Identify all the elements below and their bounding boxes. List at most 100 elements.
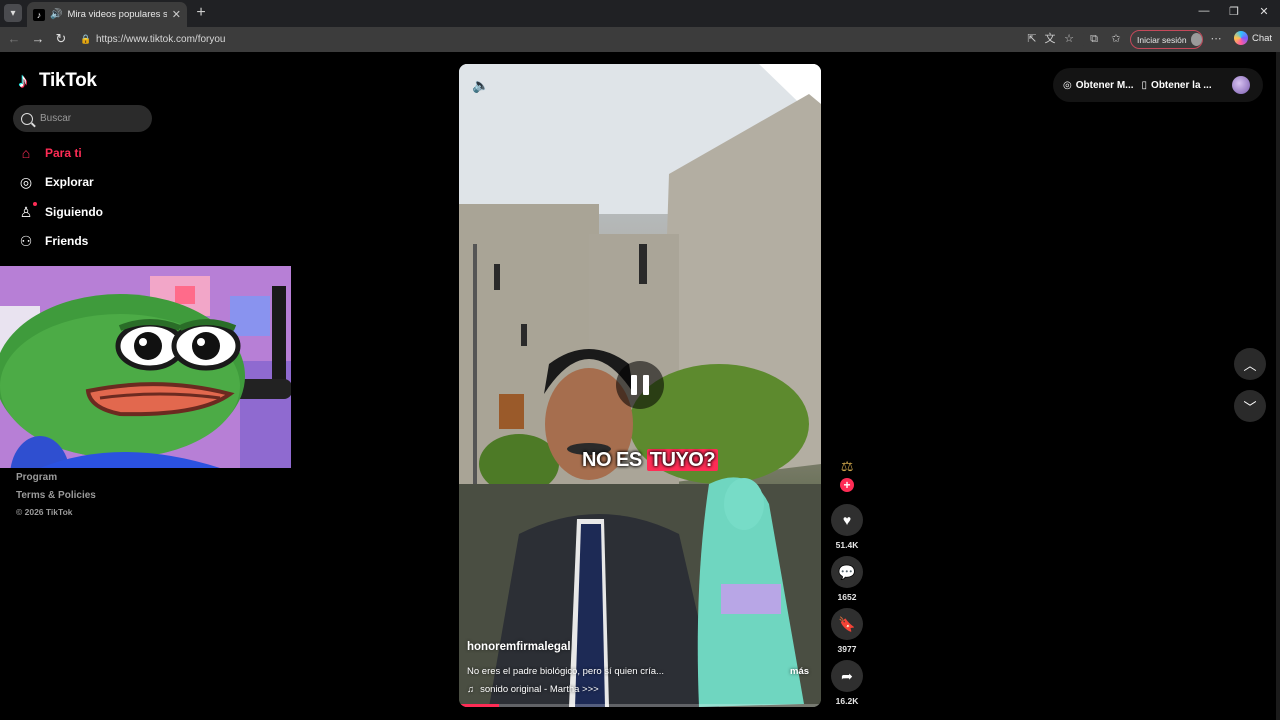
chevron-down-icon: ﹀ <box>1243 399 1257 415</box>
close-window-icon[interactable]: ✕ <box>1254 5 1274 18</box>
nav-item-following[interactable]: ♙ Siguiendo <box>18 202 103 220</box>
volume-icon[interactable]: 🔈 <box>472 77 489 94</box>
nav-label: Friends <box>45 234 89 248</box>
pepe-frog-image <box>0 266 291 468</box>
search-box[interactable] <box>13 105 152 132</box>
copilot-icon <box>1234 31 1248 45</box>
pause-button[interactable] <box>616 361 664 409</box>
video-progress-bar[interactable] <box>459 704 821 707</box>
next-video-button[interactable]: ﹀ <box>1234 390 1266 422</box>
nav-item-friends[interactable]: ⚇ Friends <box>18 233 89 249</box>
user-following-icon: ♙ <box>19 204 33 220</box>
video-author-link[interactable]: honoremfirmalegal <box>467 641 571 653</box>
get-coins-label: Obtener M... <box>1075 79 1134 91</box>
favorite-star-icon[interactable]: ☆ <box>1062 32 1076 46</box>
overlay-caption-text: NO ES <box>582 449 647 471</box>
pause-bar-left <box>631 375 637 395</box>
overlay-caption-highlight: TUYO? <box>646 449 719 471</box>
video-more-icon[interactable]: ••• <box>788 74 807 91</box>
address-bar[interactable]: 🔒 https://www.tiktok.com/foryou <box>76 30 1086 49</box>
url-text: https://www.tiktok.com/foryou <box>96 34 226 45</box>
nav-item-for-you[interactable]: ⌂ Para ti <box>18 145 82 161</box>
extensions-icon[interactable]: ⧉ <box>1087 32 1101 46</box>
tiktok-favicon-icon: ♪ <box>33 8 45 21</box>
browser-tabstrip: ▾ ♪ 🔊 Mira videos populares selecci ✕ + … <box>0 0 1280 27</box>
nav-label: Explorar <box>45 175 94 189</box>
friends-icon: ⚇ <box>19 233 33 249</box>
share-count: 16.2K <box>835 696 859 706</box>
tab-audio-icon[interactable]: 🔊 <box>50 9 62 20</box>
creator-avatar[interactable]: ⚖ <box>835 454 859 478</box>
previous-video-button[interactable]: ︿ <box>1234 348 1266 380</box>
search-input[interactable] <box>40 113 140 124</box>
forward-icon[interactable]: → <box>30 31 46 47</box>
scales-of-justice-icon: ⚖ <box>840 457 854 474</box>
heart-icon: ♥ <box>842 512 852 528</box>
footer-terms-link[interactable]: Terms & Policies <box>16 490 96 501</box>
home-icon: ⌂ <box>21 145 31 161</box>
footer-program-link[interactable]: Program <box>16 472 57 483</box>
comment-button[interactable]: 💬 <box>831 556 863 588</box>
tab-close-icon[interactable]: ✕ <box>172 8 181 21</box>
video-overlay-caption: NO ES TUYO? <box>582 449 719 472</box>
notification-dot <box>33 202 37 206</box>
video-description: No eres el padre biológico, pero sí quie… <box>467 666 664 677</box>
follow-plus-icon[interactable]: + <box>840 478 854 492</box>
chat-label: Chat <box>1252 32 1273 44</box>
video-music-link[interactable]: ♫ sonido original - Martha >>> <box>467 684 599 695</box>
get-app-label: Obtener la ... <box>1151 79 1212 91</box>
video-player[interactable]: 🔈 ••• NO ES TUYO? honoremfirmalegal No e… <box>459 64 821 707</box>
browser-tab[interactable]: ♪ 🔊 Mira videos populares selecci ✕ <box>27 2 187 27</box>
like-button[interactable]: ♥ <box>831 504 863 536</box>
user-avatar-icon <box>1190 33 1202 46</box>
pause-bar-right <box>643 375 649 395</box>
description-more-link[interactable]: más <box>790 666 809 677</box>
nav-label: Para ti <box>45 146 82 160</box>
nav-item-explore[interactable]: ◎ Explorar <box>18 174 94 190</box>
get-coins-button[interactable]: ◎ Obtener M... <box>1063 80 1134 91</box>
music-note-icon: ♫ <box>467 684 475 695</box>
page-scrollbar[interactable] <box>1276 52 1280 720</box>
tiktok-logo[interactable]: ♪ ♪ ♪ TikTok <box>17 69 97 93</box>
minimize-window-icon[interactable]: — <box>1194 5 1214 17</box>
save-button[interactable]: 🔖 <box>831 608 863 640</box>
share-icon: ➦ <box>841 667 853 684</box>
phone-icon: ▯ <box>1141 79 1148 91</box>
get-app-button[interactable]: ▯ Obtener la ... <box>1142 80 1212 91</box>
browser-toolbar: ← → ↻ 🔒 https://www.tiktok.com/foryou ⇱ … <box>0 27 1280 52</box>
like-count: 51.4K <box>835 540 859 550</box>
save-count: 3977 <box>837 644 857 654</box>
tiktok-logo-icon: ♪ ♪ ♪ <box>17 69 29 93</box>
settings-more-icon[interactable]: ⋯ <box>1209 32 1223 46</box>
tab-actions-menu-icon[interactable]: ▾ <box>4 4 22 22</box>
video-progress-fill <box>459 704 499 707</box>
new-tab-button[interactable]: + <box>192 4 210 22</box>
comment-count: 1652 <box>837 592 857 602</box>
back-icon[interactable]: ← <box>6 31 22 47</box>
music-title: sonido original - Martha >>> <box>480 684 599 695</box>
search-icon <box>21 112 33 125</box>
site-info-icon[interactable]: 🔒 <box>80 34 92 46</box>
reload-icon[interactable]: ↻ <box>53 31 69 47</box>
favorites-icon[interactable]: ✩ <box>1109 32 1123 46</box>
copyright-text: © 2026 TikTok <box>16 507 73 517</box>
nav-label: Siguiendo <box>45 205 103 219</box>
profile-avatar[interactable] <box>1232 76 1250 94</box>
top-right-bar: ◎ Obtener M... ▯ Obtener la ... <box>1053 68 1263 102</box>
streamer-overlay-image <box>0 266 291 468</box>
tab-title: Mira videos populares selecci <box>67 9 167 20</box>
translate-icon[interactable]: 文 <box>1043 32 1057 46</box>
chevron-up-icon: ︿ <box>1243 357 1257 373</box>
signin-button[interactable]: Iniciar sesión <box>1130 30 1203 49</box>
signin-label: Iniciar sesión <box>1137 34 1187 45</box>
logo-text: TikTok <box>39 70 97 91</box>
comment-icon: 💬 <box>838 563 856 580</box>
restore-window-icon[interactable]: ❐ <box>1224 5 1244 18</box>
tiktok-page: ♪ ♪ ♪ TikTok ⌂ Para ti ◎ Explorar ♙ Sigu… <box>0 52 1280 720</box>
compass-icon: ◎ <box>19 174 33 190</box>
copilot-chat-button[interactable]: Chat <box>1234 31 1272 45</box>
bookmark-icon: 🔖 <box>838 615 856 632</box>
coin-icon: ◎ <box>1063 79 1072 91</box>
open-in-app-icon[interactable]: ⇱ <box>1025 32 1039 46</box>
share-button[interactable]: ➦ <box>831 660 863 692</box>
